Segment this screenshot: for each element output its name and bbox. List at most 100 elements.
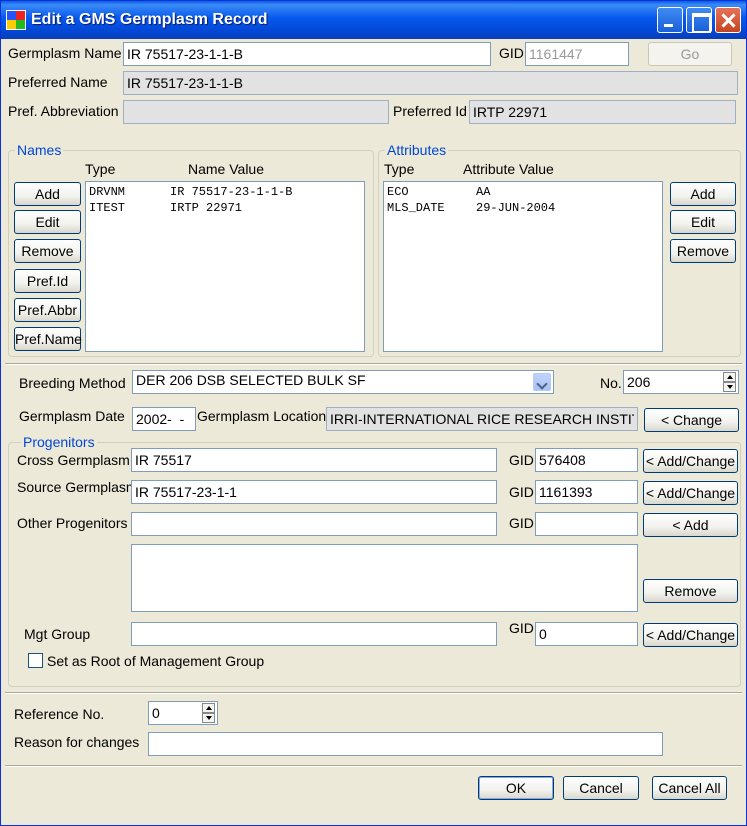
name-value: IR 75517-23-1-1-B: [170, 185, 293, 199]
attributes-group-title: Attributes: [385, 142, 449, 158]
attributes-list[interactable]: ECO AA MLS_DATE 29-JUN-2004: [383, 181, 663, 352]
preferred-id-label: Preferred Id: [393, 103, 467, 119]
germplasm-date-input[interactable]: [132, 407, 196, 431]
source-gid-label: GID: [509, 484, 534, 500]
mgt-gid-input[interactable]: [535, 622, 638, 646]
method-no-spinner[interactable]: [723, 372, 736, 392]
germplasm-name-label: Germplasm Name: [8, 45, 122, 61]
minimize-icon: [658, 8, 682, 32]
names-col-value: Name Value: [188, 161, 265, 177]
progenitors-group-title: Progenitors: [21, 434, 97, 450]
reason-label: Reason for changes: [14, 734, 140, 750]
maximize-button[interactable]: [686, 7, 712, 33]
source-germplasm-input[interactable]: [131, 480, 497, 504]
attributes-col-type: Type: [384, 161, 415, 177]
list-item[interactable]: DRVNM IR 75517-23-1-1-B: [89, 185, 361, 201]
other-gid-input[interactable]: [535, 512, 638, 536]
ok-button[interactable]: OK: [478, 776, 554, 800]
root-mgt-group-checkbox[interactable]: [28, 653, 43, 668]
go-button[interactable]: Go: [648, 42, 732, 66]
names-remove-button[interactable]: Remove: [14, 239, 81, 263]
germplasm-location-field: [326, 407, 638, 431]
cancel-all-button[interactable]: Cancel All: [652, 776, 727, 800]
source-add-change-button[interactable]: < Add/Change: [643, 481, 738, 505]
method-no-input[interactable]: [623, 370, 739, 394]
names-group-title: Names: [15, 142, 64, 158]
minimize-button[interactable]: [657, 7, 683, 33]
name-type: ITEST: [89, 201, 126, 215]
preferred-name-field: [123, 71, 738, 95]
edit-germplasm-dialog: Edit a GMS Germplasm Record Germplasm Na…: [0, 0, 747, 826]
attribute-type: MLS_DATE: [387, 201, 445, 215]
reason-input[interactable]: [148, 732, 663, 756]
other-progenitors-list[interactable]: [131, 544, 638, 612]
attribute-value: 29-JUN-2004: [476, 201, 556, 215]
names-pref-abbr-button[interactable]: Pref.Abbr: [14, 298, 81, 322]
pref-abbreviation-field: [123, 100, 389, 124]
other-gid-label: GID: [509, 515, 534, 531]
gid-label: GID: [499, 45, 524, 61]
attributes-col-value: Attribute Value: [463, 161, 554, 177]
names-list[interactable]: DRVNM IR 75517-23-1-1-B ITEST IRTP 22971: [85, 181, 365, 352]
mgt-gid-label: GID: [509, 620, 534, 636]
cross-germplasm-input[interactable]: [131, 448, 497, 472]
other-add-button[interactable]: < Add: [643, 513, 738, 537]
method-no-label: No.: [600, 375, 622, 391]
names-add-button[interactable]: Add: [14, 182, 81, 206]
spin-up-icon[interactable]: [723, 372, 736, 382]
preferred-id-field: [469, 100, 736, 124]
spin-up-icon[interactable]: [202, 703, 215, 713]
other-progenitors-label: Other Progenitors: [17, 515, 128, 531]
reference-no-label: Reference No.: [14, 706, 105, 722]
names-pref-name-button[interactable]: Pref.Name: [14, 327, 82, 351]
names-edit-button[interactable]: Edit: [14, 210, 81, 234]
cross-add-change-button[interactable]: < Add/Change: [643, 449, 738, 473]
other-progenitors-input[interactable]: [131, 512, 497, 536]
mgt-group-input[interactable]: [131, 622, 497, 646]
attributes-edit-button[interactable]: Edit: [670, 210, 736, 234]
preferred-name-label: Preferred Name: [8, 74, 108, 90]
location-change-button[interactable]: < Change: [644, 408, 739, 432]
names-pref-id-button[interactable]: Pref.Id: [14, 269, 81, 293]
gid-input[interactable]: [525, 42, 629, 66]
list-item[interactable]: MLS_DATE 29-JUN-2004: [387, 201, 659, 217]
root-mgt-group-label: Set as Root of Management Group: [47, 653, 265, 669]
close-button[interactable]: [715, 7, 741, 33]
source-gid-input[interactable]: [535, 480, 638, 504]
mgt-add-change-button[interactable]: < Add/Change: [643, 623, 738, 647]
attributes-remove-button[interactable]: Remove: [670, 239, 736, 263]
list-item[interactable]: ITEST IRTP 22971: [89, 201, 361, 217]
cross-gid-label: GID: [509, 452, 534, 468]
names-col-type: Type: [85, 161, 116, 177]
breeding-method-select[interactable]: DER 206 DSB SELECTED BULK SF: [132, 370, 554, 394]
breeding-method-value: DER 206 DSB SELECTED BULK SF: [136, 372, 366, 388]
germplasm-location-label: Germplasm Location: [197, 408, 327, 424]
cross-gid-input[interactable]: [535, 448, 638, 472]
germplasm-name-input[interactable]: [123, 42, 491, 66]
source-germplasm-label: Source Germplasm: [17, 479, 131, 495]
maximize-icon: [687, 8, 711, 33]
reference-no-spinner[interactable]: [202, 703, 215, 723]
window-title: Edit a GMS Germplasm Record: [31, 11, 268, 28]
progenitor-remove-button[interactable]: Remove: [643, 579, 738, 603]
pref-abbreviation-label: Pref. Abbreviation: [8, 103, 119, 119]
mgt-group-label: Mgt Group: [24, 626, 91, 642]
separator: [5, 692, 742, 694]
app-icon: [6, 10, 26, 30]
cross-germplasm-label: Cross Germplasm: [17, 452, 130, 468]
list-item[interactable]: ECO AA: [387, 185, 659, 201]
name-type: DRVNM: [89, 185, 126, 199]
cancel-button[interactable]: Cancel: [563, 776, 639, 800]
close-icon: [716, 8, 740, 32]
germplasm-date-label: Germplasm Date: [19, 408, 125, 424]
chevron-down-icon[interactable]: [533, 373, 551, 391]
breeding-method-label: Breeding Method: [19, 375, 126, 391]
attributes-add-button[interactable]: Add: [670, 182, 736, 206]
spin-down-icon[interactable]: [202, 713, 215, 723]
spin-down-icon[interactable]: [723, 382, 736, 392]
attribute-type: ECO: [387, 185, 409, 199]
attribute-value: AA: [476, 185, 491, 199]
separator: [5, 765, 742, 767]
name-value: IRTP 22971: [170, 201, 243, 215]
title-bar[interactable]: Edit a GMS Germplasm Record: [1, 1, 746, 39]
